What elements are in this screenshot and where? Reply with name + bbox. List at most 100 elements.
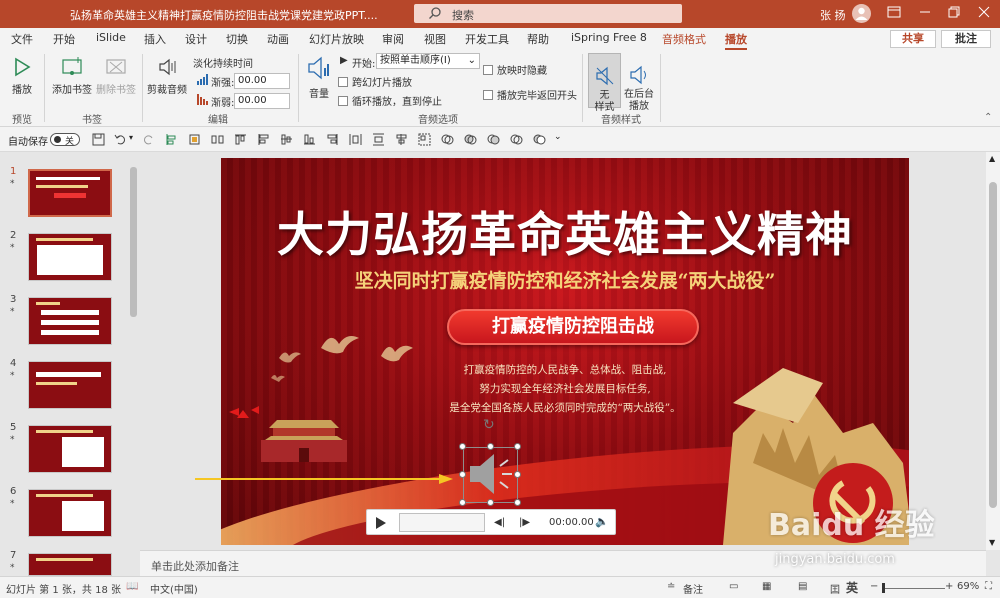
minimize-icon[interactable]	[915, 4, 935, 24]
skip-back-icon[interactable]: ◀|	[494, 517, 505, 528]
thumbnail-slide-7[interactable]	[28, 553, 112, 576]
scroll-up-icon[interactable]: ▲	[989, 154, 995, 163]
tab-audio-format[interactable]: 音频格式	[662, 31, 706, 47]
autosave-toggle[interactable]: 关	[50, 133, 80, 147]
intersect-shape-icon[interactable]	[510, 133, 523, 146]
redo-icon[interactable]	[142, 133, 155, 146]
hide-during-show-checkbox[interactable]: 放映时隐藏	[483, 62, 547, 77]
union-shape-icon[interactable]	[441, 133, 454, 146]
no-style-button[interactable]: 无 样式	[588, 53, 621, 113]
restore-icon[interactable]	[944, 4, 964, 24]
customize-toolbar-icon[interactable]: ⌄	[554, 132, 562, 142]
subtract-shape-icon[interactable]	[533, 133, 546, 146]
tab-animations[interactable]: 动画	[267, 31, 289, 47]
tab-home[interactable]: 开始	[53, 31, 75, 47]
trim-audio-button[interactable]: 剪裁音频	[146, 56, 188, 96]
combine-shape-icon[interactable]	[464, 133, 477, 146]
align-middle-icon[interactable]	[280, 133, 293, 146]
scrollbar-thumb[interactable]	[989, 182, 997, 508]
tab-transitions[interactable]: 切换	[226, 31, 248, 47]
slide-sorter-icon[interactable]: ▦	[762, 581, 771, 592]
save-icon[interactable]	[92, 133, 105, 146]
tab-islide[interactable]: iSlide	[96, 31, 126, 44]
resize-handle[interactable]	[487, 499, 494, 506]
thumbnail-slide-5[interactable]	[28, 425, 112, 473]
thumbnail-slide-6[interactable]	[28, 489, 112, 537]
rotate-handle-icon[interactable]: ↻	[483, 417, 495, 433]
tab-file[interactable]: 文件	[11, 31, 33, 47]
accessibility-icon[interactable]: 📖	[126, 581, 138, 592]
tab-view[interactable]: 视图	[424, 31, 446, 47]
avatar[interactable]	[852, 4, 871, 23]
tab-help[interactable]: 帮助	[527, 31, 549, 47]
close-icon[interactable]	[974, 4, 994, 24]
thumbnail-slide-3[interactable]	[28, 297, 112, 345]
align-right-edge-icon[interactable]	[326, 133, 339, 146]
resize-handle[interactable]	[459, 443, 466, 450]
ime-mode-icon[interactable]: 囯	[830, 581, 840, 596]
ribbon-display-icon[interactable]	[884, 4, 904, 24]
audio-progress-bar[interactable]	[399, 513, 485, 532]
play-preview-button[interactable]: 播放	[8, 56, 36, 96]
zoom-slider-thumb[interactable]	[882, 583, 885, 593]
start-dropdown[interactable]: 按照单击顺序(I) ⌄	[376, 53, 480, 69]
align-top-icon[interactable]	[234, 133, 247, 146]
volume-button[interactable]: 音量	[305, 54, 333, 100]
undo-icon[interactable]	[114, 133, 127, 146]
resize-handle[interactable]	[459, 471, 466, 478]
fragment-shape-icon[interactable]	[487, 133, 500, 146]
thumbnail-slide-2[interactable]	[28, 233, 112, 281]
fade-out-field[interactable]: 00.00	[234, 93, 290, 109]
fade-in-field[interactable]: 00.00	[234, 73, 290, 89]
resize-handle[interactable]	[514, 499, 521, 506]
align-left-icon[interactable]	[165, 133, 178, 146]
tab-ispring[interactable]: iSpring Free 8	[571, 31, 647, 44]
collapse-ribbon-icon[interactable]: ⌃	[984, 112, 992, 123]
tab-review[interactable]: 审阅	[382, 31, 404, 47]
resize-handle[interactable]	[514, 443, 521, 450]
ime-language[interactable]: 英	[846, 579, 858, 596]
share-button[interactable]: 共享	[890, 30, 936, 48]
zoom-out-icon[interactable]: −	[870, 581, 878, 592]
distribute-horizontal-icon[interactable]	[349, 133, 362, 146]
distribute-vertical-icon[interactable]	[372, 133, 385, 146]
thumbnails-scrollbar[interactable]	[128, 155, 139, 573]
notes-toggle-icon[interactable]: ≐	[667, 581, 675, 592]
slide-1[interactable]: 大力弘扬革命英雄主义精神 坚决同时打赢疫情防控和经济社会发展“两大战役” 打赢疫…	[221, 158, 909, 545]
add-bookmark-button[interactable]: 添加书签	[50, 56, 94, 96]
tab-developer[interactable]: 开发工具	[465, 31, 509, 47]
zoom-level[interactable]: 69%	[957, 581, 979, 592]
user-name[interactable]: 张 扬	[820, 7, 846, 23]
language-status[interactable]: 中文(中国)	[150, 581, 198, 596]
play-across-slides-checkbox[interactable]: 跨幻灯片播放	[338, 74, 412, 89]
distribute-icon[interactable]	[211, 133, 224, 146]
rewind-after-playing-checkbox[interactable]: 播放完毕返回开头	[483, 87, 577, 102]
chevron-down-icon[interactable]: ▾	[129, 133, 133, 142]
comments-button[interactable]: 批注	[941, 30, 991, 48]
thumbnail-slide-1[interactable]	[28, 169, 112, 217]
align-bottom-icon[interactable]	[303, 133, 316, 146]
resize-handle[interactable]	[459, 499, 466, 506]
tab-design[interactable]: 设计	[185, 31, 207, 47]
thumbnail-slide-4[interactable]	[28, 361, 112, 409]
zoom-in-icon[interactable]: +	[945, 581, 953, 592]
align-center-icon[interactable]	[188, 133, 201, 146]
notes-toggle-label[interactable]: 备注	[683, 581, 703, 596]
play-button[interactable]	[376, 517, 386, 529]
canvas-scrollbar[interactable]: ▲ ▼	[986, 152, 1000, 550]
tab-insert[interactable]: 插入	[144, 31, 166, 47]
search-box[interactable]: 搜索	[414, 4, 682, 23]
loop-until-stopped-checkbox[interactable]: 循环播放，直到停止	[338, 93, 442, 108]
align-left-edge-icon[interactable]	[257, 133, 270, 146]
zoom-slider[interactable]	[883, 588, 945, 589]
fit-to-window-icon[interactable]: ⛶	[985, 581, 992, 592]
volume-icon[interactable]: 🔈	[595, 515, 609, 528]
align-center-vertical-icon[interactable]	[395, 133, 408, 146]
skip-forward-icon[interactable]: |▶	[519, 517, 530, 528]
tab-playback[interactable]: 播放	[725, 31, 747, 50]
group-icon[interactable]	[418, 133, 431, 146]
tab-slideshow[interactable]: 幻灯片放映	[309, 31, 364, 47]
reading-view-icon[interactable]: ▤	[798, 581, 807, 592]
normal-view-icon[interactable]: ▭	[729, 581, 738, 592]
resize-handle[interactable]	[487, 443, 494, 450]
